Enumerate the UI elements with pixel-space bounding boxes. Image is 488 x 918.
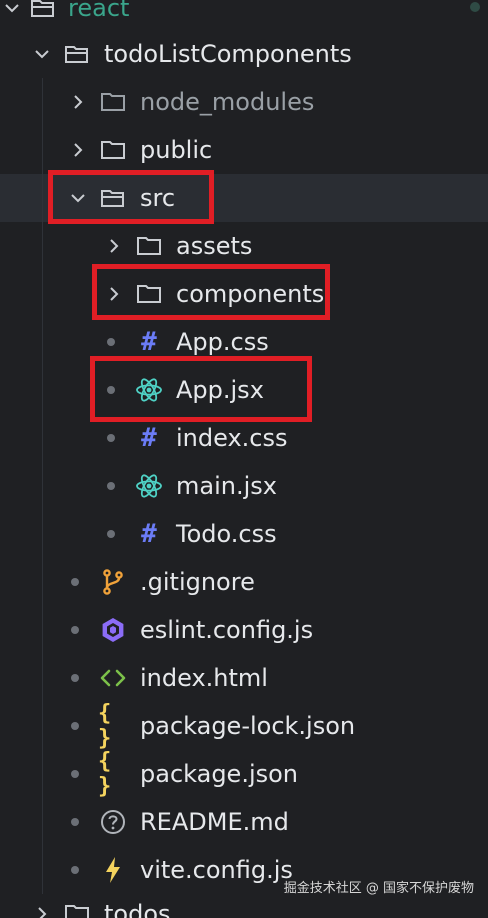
tree-item-label: todoListComponents <box>104 40 352 68</box>
tree-item-node-modules[interactable]: node_modules <box>0 78 488 126</box>
tree-item-package-json[interactable]: { } package.json <box>0 749 488 799</box>
indent-guide <box>42 318 43 366</box>
tree-item-package-lock-json[interactable]: { } package-lock.json <box>0 701 488 751</box>
tree-item-label: README.md <box>140 808 289 836</box>
tree-item-label: index.html <box>140 664 268 692</box>
tree-item-label: package.json <box>140 760 299 788</box>
css-file-icon: # <box>141 327 157 357</box>
watermark-text: 掘金技术社区 @ 国家不保护废物 <box>283 881 474 896</box>
tree-item-src[interactable]: src <box>0 174 488 222</box>
tree-item-label: assets <box>176 232 253 260</box>
tree-item-todolistcomponents[interactable]: todoListComponents <box>0 30 488 78</box>
indent-guide <box>42 366 43 414</box>
tree-item-react[interactable]: react <box>0 0 488 32</box>
tree-item-label: node_modules <box>140 88 315 116</box>
tree-item-public[interactable]: public <box>0 126 488 174</box>
status-dot <box>71 626 79 634</box>
tree-item-label: components <box>176 280 325 308</box>
chevron-right-icon[interactable] <box>66 138 90 162</box>
tree-item-label: src <box>140 184 176 212</box>
indent-guide <box>42 750 43 798</box>
indent-guide <box>42 510 43 558</box>
folder-open-icon <box>98 183 128 213</box>
indent-guide <box>42 798 43 846</box>
indent-guide <box>42 174 43 222</box>
tree-item-label: App.jsx <box>176 376 264 404</box>
status-dot <box>71 578 79 586</box>
chevron-down-icon[interactable] <box>30 42 54 66</box>
tree-item-label: react <box>68 0 130 22</box>
tree-item-label: eslint.config.js <box>140 616 314 644</box>
tree-item-label: public <box>140 136 213 164</box>
indent-guide <box>42 222 43 270</box>
tree-item-label: index.css <box>176 424 288 452</box>
folder-open-icon <box>28 0 58 23</box>
tree-item-label: vite.config.js <box>140 856 293 884</box>
tree-item-readme[interactable]: README.md <box>0 798 488 846</box>
tree-item-assets[interactable]: assets <box>0 222 488 270</box>
status-dot <box>107 530 115 538</box>
lightning-bolt-icon <box>98 855 128 885</box>
folder-icon <box>134 231 164 261</box>
status-dot <box>71 818 79 826</box>
tree-item-index-css[interactable]: # index.css <box>0 414 488 462</box>
tree-item-label: .gitignore <box>140 568 255 596</box>
indent-guide <box>42 126 43 174</box>
tree-item-app-jsx[interactable]: App.jsx <box>0 366 488 414</box>
tree-item-index-html[interactable]: index.html <box>0 654 488 702</box>
tree-item-eslint-config[interactable]: eslint.config.js <box>0 606 488 654</box>
css-file-icon: # <box>141 423 157 453</box>
tree-item-todo-css[interactable]: # Todo.css <box>0 510 488 558</box>
tree-item-main-jsx[interactable]: main.jsx <box>0 462 488 510</box>
status-dot <box>107 386 115 394</box>
chevron-right-icon[interactable] <box>30 902 54 918</box>
question-circle-icon <box>98 807 128 837</box>
chevron-down-icon[interactable] <box>66 186 90 210</box>
folder-open-icon <box>62 39 92 69</box>
indent-guide <box>42 270 43 318</box>
indent-guide <box>42 414 43 462</box>
git-branch-icon <box>98 567 128 597</box>
chevron-right-icon[interactable] <box>102 234 126 258</box>
tree-item-components[interactable]: components <box>0 270 488 318</box>
indent-guide <box>42 846 43 894</box>
indent-guide <box>42 558 43 606</box>
status-dot <box>470 2 480 12</box>
status-dot <box>71 770 79 778</box>
json-braces-icon: { } <box>98 701 112 751</box>
indent-guide <box>42 702 43 750</box>
json-braces-icon: { } <box>98 749 112 799</box>
status-dot <box>107 338 115 346</box>
folder-icon <box>134 279 164 309</box>
status-dot <box>107 482 115 490</box>
chevron-down-icon[interactable] <box>0 0 24 20</box>
tree-item-label: Todo.css <box>176 520 277 548</box>
folder-icon <box>62 899 92 918</box>
tree-item-label: main.jsx <box>176 472 277 500</box>
tree-item-label: package-lock.json <box>140 712 356 740</box>
status-dot <box>71 866 79 874</box>
status-dot <box>71 722 79 730</box>
react-icon <box>134 471 164 501</box>
status-dot <box>71 674 79 682</box>
indent-guide <box>42 462 43 510</box>
tree-item-gitignore[interactable]: .gitignore <box>0 558 488 606</box>
chevron-right-icon[interactable] <box>102 282 126 306</box>
status-dot <box>107 434 115 442</box>
eslint-icon <box>98 615 128 645</box>
chevron-right-icon[interactable] <box>66 90 90 114</box>
tree-item-label: App.css <box>176 328 269 356</box>
indent-guide <box>42 654 43 702</box>
tree-item-label: todos <box>104 900 171 918</box>
file-explorer-tree: react todoListComponents node_modules pu… <box>0 0 488 918</box>
indent-guide <box>42 606 43 654</box>
folder-icon <box>98 87 128 117</box>
css-file-icon: # <box>141 519 157 549</box>
indent-guide <box>42 78 43 126</box>
react-icon <box>134 375 164 405</box>
tree-item-app-css[interactable]: # App.css <box>0 318 488 366</box>
folder-icon <box>98 135 128 165</box>
html-code-icon <box>98 663 128 693</box>
